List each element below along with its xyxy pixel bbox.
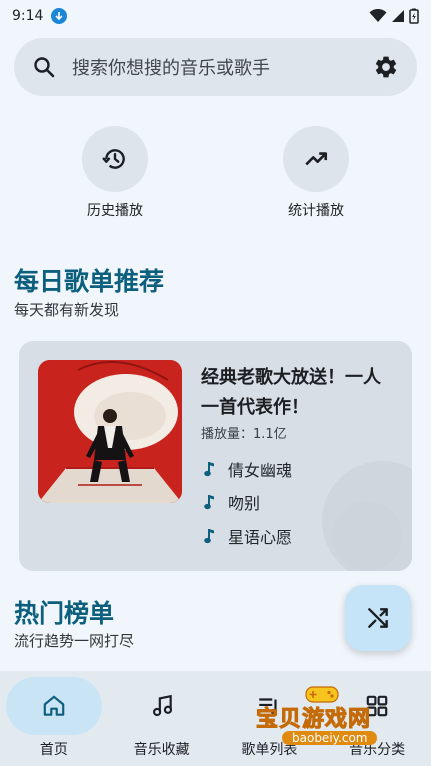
search-bar[interactable]: 搜索你想搜的音乐或歌手 <box>14 38 417 96</box>
home-icon <box>43 695 65 716</box>
song-item[interactable]: 倩女幽魂 <box>204 457 292 481</box>
watermark-url: baobeiy.com <box>282 731 378 745</box>
song-item[interactable]: 吻别 <box>204 490 260 514</box>
stats-circle[interactable] <box>283 126 349 192</box>
nav-pill[interactable] <box>114 677 210 735</box>
music-note-icon <box>204 529 214 544</box>
stats-play-button[interactable]: 统计播放 <box>256 126 376 220</box>
status-time: 9:14 <box>12 8 44 24</box>
playlist-title[interactable]: 经典老歌大放送！一人一首代表作！ <box>201 363 391 423</box>
watermark-text: 宝贝游戏网 <box>255 707 372 733</box>
daily-section-title: 每日歌单推荐 <box>14 267 165 296</box>
nav-item-home[interactable]: 首页 <box>0 671 108 766</box>
shuffle-fab-button[interactable] <box>345 585 411 651</box>
nav-label-home: 首页 <box>39 742 68 758</box>
trending-up-icon <box>305 152 328 166</box>
song-title: 星语心愿 <box>228 528 293 547</box>
music-note-icon <box>204 462 214 477</box>
battery-icon <box>409 8 419 24</box>
settings-gear-icon[interactable] <box>373 54 399 80</box>
song-title: 倩女幽魂 <box>228 461 293 480</box>
history-play-button[interactable]: 历史播放 <box>55 126 175 220</box>
watermark-logo: 宝贝游戏网 baobeiy.com <box>252 683 402 753</box>
song-title: 吻别 <box>228 494 261 513</box>
album-art-image <box>38 360 182 503</box>
daily-section-subtitle: 每天都有新发现 <box>14 301 120 319</box>
nav-item-music-favorites[interactable]: 音乐收藏 <box>108 671 216 766</box>
stats-play-label: 统计播放 <box>288 203 344 219</box>
cellular-icon <box>392 10 404 22</box>
history-play-label: 历史播放 <box>87 203 143 219</box>
search-icon <box>34 57 55 78</box>
card-decoration <box>332 501 402 571</box>
status-icons <box>369 8 419 24</box>
wifi-icon <box>369 9 387 22</box>
music-note-icon <box>204 495 214 510</box>
shuffle-icon <box>368 608 388 628</box>
download-icon <box>51 8 68 24</box>
status-bar: 9:14 <box>0 0 431 32</box>
history-circle[interactable] <box>82 126 148 192</box>
play-count: 播放量：1.1亿 <box>201 427 287 442</box>
history-icon <box>102 149 125 169</box>
daily-playlist-card[interactable]: 经典老歌大放送！一人一首代表作！ 播放量：1.1亿 倩女幽魂 吻别 星语心愿 <box>19 341 412 571</box>
charts-section-subtitle: 流行趋势一网打尽 <box>14 632 135 650</box>
nav-label-music-favorites: 音乐收藏 <box>133 742 190 758</box>
music-note-icon <box>152 694 172 717</box>
search-input[interactable]: 搜索你想搜的音乐或歌手 <box>72 54 373 80</box>
album-cover[interactable] <box>38 360 182 503</box>
charts-section-title: 热门榜单 <box>14 599 115 628</box>
nav-active-pill[interactable] <box>5 677 102 735</box>
song-item[interactable]: 星语心愿 <box>204 524 292 548</box>
